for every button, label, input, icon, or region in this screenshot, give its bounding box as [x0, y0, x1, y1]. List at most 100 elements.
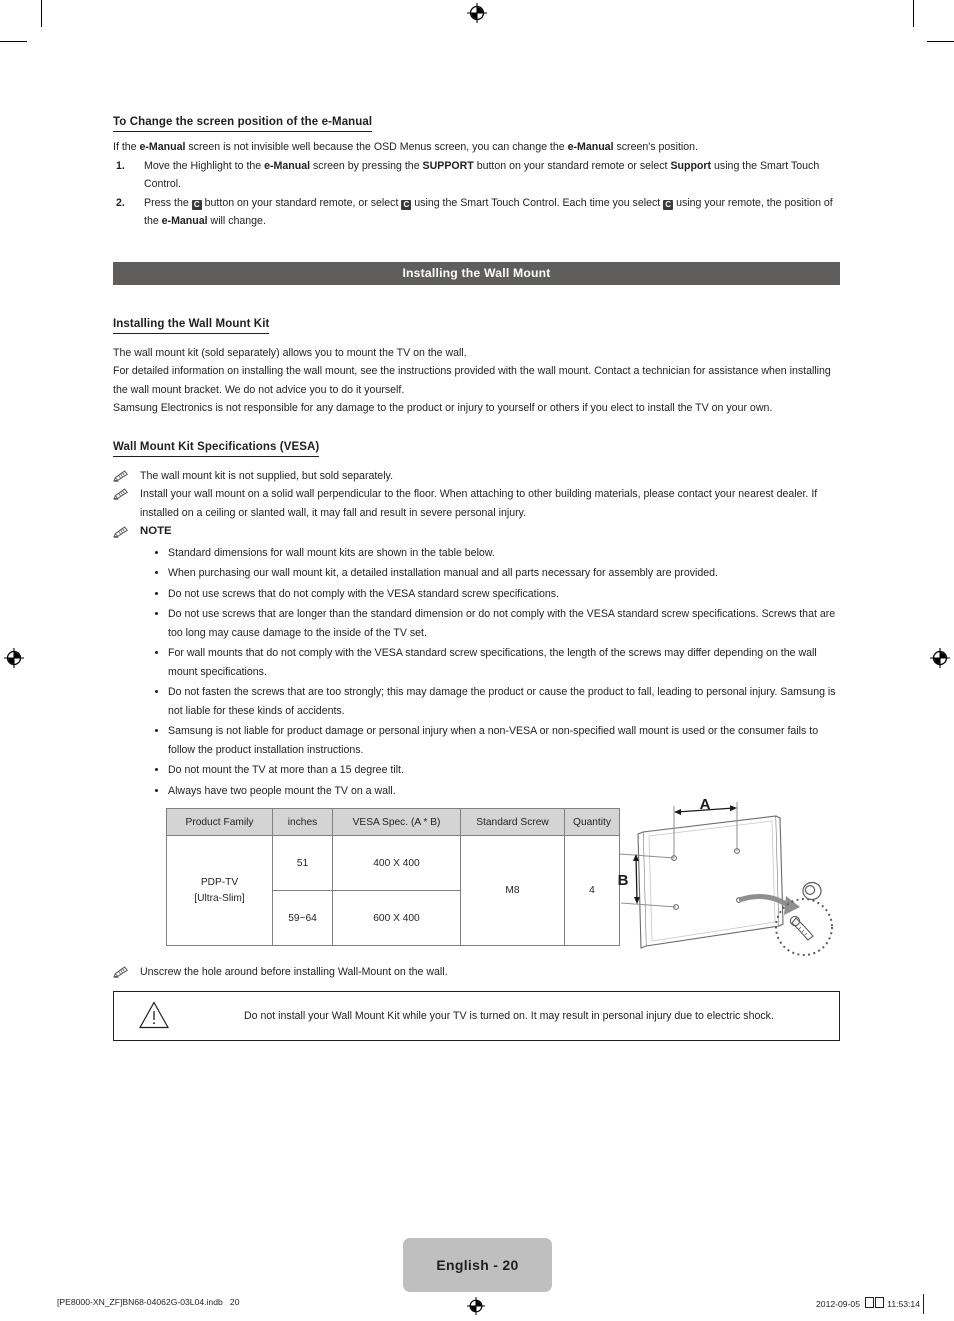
bullet-dot-icon	[155, 550, 158, 554]
unscrew-note-text: Unscrew the hole around before installin…	[140, 966, 448, 978]
bullet-text: Samsung is not liable for product damage…	[168, 725, 819, 756]
pencil-note-icon	[113, 469, 130, 482]
step-1-bold2: SUPPORT	[422, 159, 474, 172]
page-number-badge: English - 20	[403, 1238, 552, 1292]
bullet-dot-icon	[155, 690, 158, 693]
pencil-note-icon	[113, 526, 130, 538]
bullet-dot-icon	[155, 612, 158, 615]
wall-mount-kit-paragraph-2: For detailed information on installing t…	[113, 365, 831, 396]
bullet-dot-icon	[155, 591, 158, 595]
list-item: Standard dimensions for wall mount kits …	[113, 544, 840, 563]
crop-mark-top-left-vertical	[41, 0, 42, 27]
step-1-text3: button on your standard remote or select	[473, 159, 671, 172]
vesa-spec-heading: Wall Mount Kit Specifications (VESA)	[113, 440, 320, 457]
column-header-product-family: Product Family	[166, 808, 273, 836]
column-header-vesa-spec: VESA Spec. (A * B)	[332, 808, 461, 836]
dimension-label-b: B	[618, 872, 629, 889]
vesa-note-1: The wall mount kit is not supplied, but …	[113, 467, 840, 486]
product-family-line2: [Ultra-Slim]	[194, 892, 245, 904]
step-2-text5: will change.	[207, 215, 266, 227]
list-item: For wall mounts that do not comply with …	[113, 644, 840, 681]
emanual-intro-paragraph: If the e-Manual screen is not invisible …	[113, 138, 840, 157]
bullet-dot-icon	[155, 788, 158, 792]
step-1-number: 1.	[116, 159, 125, 172]
bullet-text: Do not use screws that are longer than t…	[168, 608, 836, 639]
section-banner-installing-wall-mount: Installing the Wall Mount	[113, 261, 840, 285]
bullet-dot-icon	[155, 729, 158, 732]
registration-mark-right	[930, 648, 950, 668]
step-2-text1: Press the	[144, 196, 192, 209]
bullet-dot-icon	[155, 651, 158, 654]
emanual-intro-bold1: e-Manual	[139, 141, 186, 153]
c-button-icon: C	[191, 199, 202, 210]
bullet-text: When purchasing our wall mount kit, a de…	[168, 567, 718, 579]
crop-mark-top-right-vertical	[913, 0, 914, 27]
step-2-number: 2.	[116, 196, 125, 209]
list-item: Do not use screws that are longer than t…	[113, 605, 840, 642]
content-column: To Change the screen position of the e-M…	[113, 112, 840, 1041]
emanual-steps-list: 1. Move the Highlight to the e-Manual scr…	[113, 157, 840, 231]
emanual-intro-part1: If the	[113, 141, 140, 153]
vesa-note-1-text: The wall mount kit is not supplied, but …	[140, 469, 394, 482]
product-family-line1: PDP-TV	[200, 876, 239, 888]
print-time: 11:53:14	[887, 1299, 920, 1309]
table-row: PDP-TV [Ultra-Slim] 51 400 X 400 M8 4	[166, 835, 620, 946]
bullet-text: Do not fasten the screws that are too st…	[168, 686, 836, 717]
list-item: Do not use screws that do not comply wit…	[113, 585, 840, 604]
cell-product-family: PDP-TV [Ultra-Slim]	[166, 835, 273, 946]
vesa-note-label: NOTE	[113, 522, 840, 541]
footer-divider-rule	[923, 1294, 924, 1314]
missing-glyph-box	[864, 1297, 874, 1308]
table-header-row: Product Family inches VESA Spec. (A * B)…	[166, 808, 620, 836]
column-header-inches: inches	[272, 808, 333, 836]
crop-mark-top-right-horizontal	[927, 41, 954, 42]
column-header-standard-screw: Standard Screw	[460, 808, 565, 836]
wall-mount-kit-paragraph-1: The wall mount kit (sold separately) all…	[113, 346, 467, 359]
warning-text: Do not install your Wall Mount Kit while…	[244, 1009, 774, 1022]
pencil-note-icon	[113, 966, 130, 978]
registration-mark-top	[467, 3, 487, 23]
vesa-table-and-figure: Product Family inches VESA Spec. (A * B)…	[113, 796, 840, 963]
list-item: Do not mount the TV at more than a 15 de…	[113, 761, 840, 780]
step-1-bold3: Support	[670, 159, 712, 172]
bullet-text: Standard dimensions for wall mount kits …	[168, 546, 495, 559]
bullet-text: Always have two people mount the TV on a…	[168, 784, 396, 797]
step-1-text2: screen by pressing the	[310, 159, 423, 172]
warning-triangle-icon	[138, 1000, 170, 1030]
step-2-bold1: e-Manual	[161, 215, 208, 227]
emanual-step-1: 1. Move the Highlight to the e-Manual scr…	[113, 157, 840, 194]
c-button-icon: C	[401, 199, 412, 210]
cell-inches-row2: 59~64	[272, 890, 333, 946]
print-timestamp: 2012-09-05 11:53:14	[816, 1297, 920, 1309]
registration-mark-left	[4, 648, 24, 668]
wall-mount-kit-paragraph-3: Samsung Electronics is not responsible f…	[113, 402, 773, 414]
vesa-note-title-text: NOTE	[140, 525, 172, 537]
cell-standard-screw: M8	[460, 835, 565, 946]
list-item: When purchasing our wall mount kit, a de…	[113, 564, 840, 583]
step-2-text3: using the Smart Touch Control. Each time…	[411, 196, 664, 209]
vesa-note-2: Install your wall mount on a solid wall …	[113, 485, 840, 522]
dimension-label-a: A	[700, 796, 711, 813]
cell-vesa-spec-row2: 600 X 400	[332, 890, 461, 946]
wall-mount-kit-heading: Installing the Wall Mount Kit	[113, 317, 270, 334]
bullet-text: For wall mounts that do not comply with …	[168, 647, 817, 678]
emanual-step-2: 2. Press the C button on your standard re…	[113, 194, 840, 231]
bullet-dot-icon	[155, 768, 158, 771]
tv-wall-mount-diagram: A B	[608, 796, 843, 966]
vesa-specifications-table: Product Family inches VESA Spec. (A * B)…	[166, 808, 620, 946]
registration-mark-bottom	[467, 1297, 485, 1315]
list-item: Samsung is not liable for product damage…	[113, 722, 840, 759]
vesa-bullet-list: Standard dimensions for wall mount kits …	[113, 544, 840, 801]
step-2-text2: button on your standard remote, or selec…	[201, 196, 402, 209]
bullet-dot-icon	[155, 571, 158, 574]
crop-mark-top-left-horizontal	[0, 41, 27, 42]
list-item: Do not fasten the screws that are too st…	[113, 683, 840, 720]
print-file-label: [PE8000-XN_ZF]BN68-04062G-03L04.indb 20	[57, 1297, 240, 1307]
unscrew-note: Unscrew the hole around before installin…	[113, 963, 840, 982]
pencil-note-icon	[113, 488, 130, 500]
emanual-intro-part2: screen is not invisible well because the…	[185, 141, 568, 153]
c-button-icon: C	[663, 199, 674, 210]
missing-glyph-box	[874, 1297, 884, 1308]
bullet-text: Do not mount the TV at more than a 15 de…	[168, 764, 404, 776]
bullet-text: Do not use screws that do not comply wit…	[168, 587, 559, 600]
